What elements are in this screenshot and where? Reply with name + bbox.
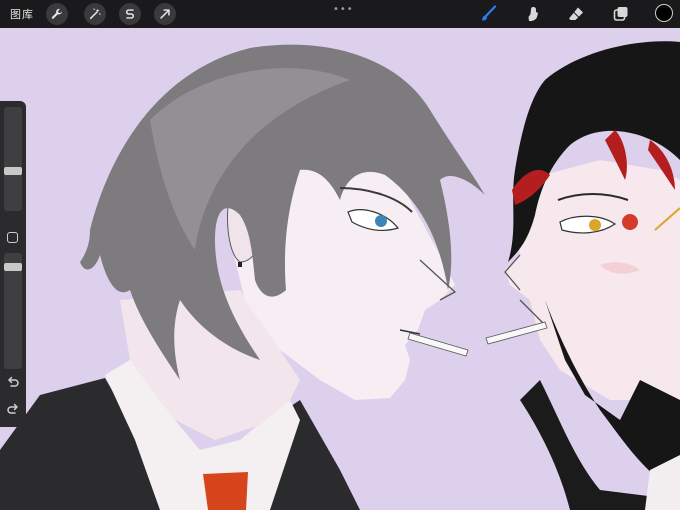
- right-figure-iris: [589, 219, 601, 231]
- left-figure-earring: [238, 262, 242, 267]
- smudge-icon[interactable]: [523, 4, 543, 24]
- layers-icon[interactable]: [611, 4, 631, 24]
- left-figure-iris: [375, 215, 387, 227]
- brush-icon[interactable]: [478, 4, 498, 24]
- gallery-button[interactable]: 图库: [10, 6, 34, 22]
- actions-wrench-icon[interactable]: [46, 3, 68, 25]
- left-figure-tie: [203, 472, 248, 510]
- transform-arrow-icon[interactable]: [154, 3, 176, 25]
- eraser-icon[interactable]: [566, 4, 586, 24]
- more-options-handle[interactable]: •••: [333, 4, 354, 15]
- left-cigarette: [407, 332, 469, 357]
- selection-s-icon[interactable]: [119, 3, 141, 25]
- right-cigarette: [485, 321, 548, 345]
- adjustments-magic-wand-icon[interactable]: [84, 3, 106, 25]
- top-toolbar: 图库 •••: [0, 0, 680, 28]
- right-figure-red-mark: [622, 214, 638, 230]
- color-swatch-button[interactable]: [655, 4, 673, 22]
- canvas-artwork[interactable]: [0, 28, 680, 510]
